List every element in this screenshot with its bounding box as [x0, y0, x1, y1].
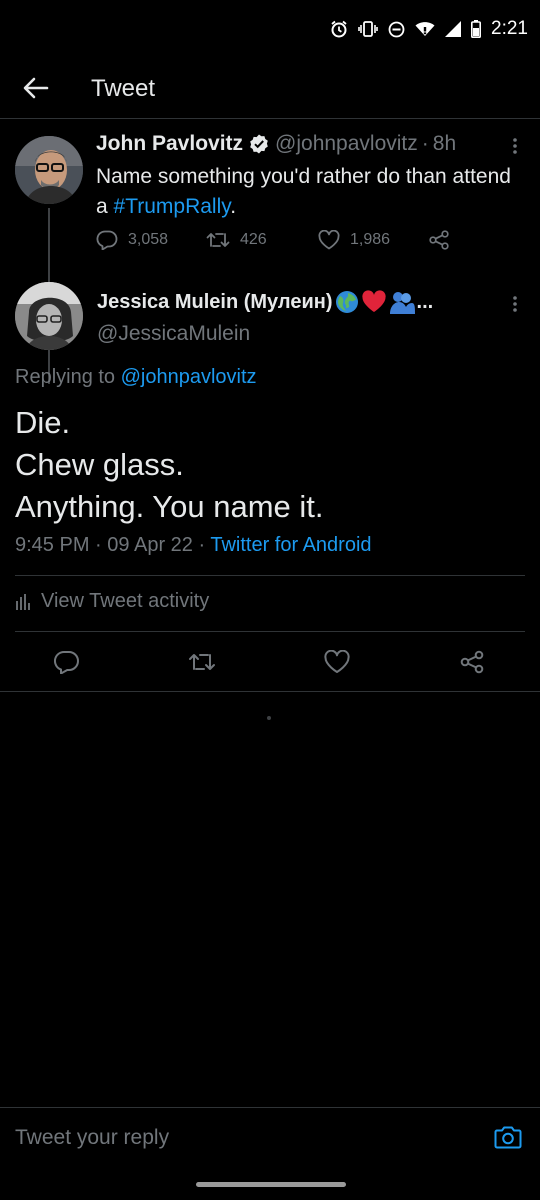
people-hugging-emoji-icon	[389, 290, 415, 314]
loading-indicator	[267, 716, 271, 720]
tweet-text-end: .	[230, 195, 237, 218]
reply-author-name: Jessica Mulein (Мулеин)	[97, 290, 333, 313]
focused-tweet-text: Die. Chew glass. Anything. You name it.	[15, 402, 324, 528]
arrow-left-icon	[23, 77, 49, 99]
camera-icon	[494, 1126, 522, 1149]
divider	[15, 575, 525, 576]
like-button[interactable]: 1,986	[318, 230, 390, 250]
wifi-icon	[415, 21, 435, 37]
divider	[0, 691, 540, 692]
avatar-jessica-mulein[interactable]	[15, 282, 83, 350]
replying-to-label: Replying to	[15, 366, 121, 388]
author-handle[interactable]: @johnpavlovitz	[275, 132, 418, 156]
author-name[interactable]: John Pavlovitz	[96, 132, 243, 156]
parent-tweet-actions: 3,058 426 1,986	[96, 230, 476, 256]
divider	[15, 631, 525, 632]
analytics-icon	[16, 593, 30, 610]
more-vertical-icon	[513, 296, 517, 312]
app-bar: Tweet	[0, 60, 540, 119]
status-bar: 2:21	[0, 0, 540, 60]
more-vertical-icon	[513, 138, 517, 154]
header-separator: ·	[421, 132, 429, 155]
battery-icon	[471, 20, 482, 38]
reply-count: 3,058	[128, 231, 169, 248]
retweet-button[interactable]: 426	[206, 230, 267, 250]
replying-to: Replying to @johnpavlovitz	[15, 366, 257, 389]
do-not-disturb-icon	[388, 21, 405, 38]
meta-separator: ·	[198, 534, 206, 556]
name-truncation: ...	[416, 290, 434, 313]
reply-icon	[54, 650, 79, 674]
status-icons: 2:21	[330, 18, 528, 40]
heart-icon	[324, 650, 350, 673]
retweet-icon	[206, 233, 230, 247]
view-tweet-activity-label: View Tweet activity	[41, 590, 210, 612]
share-button[interactable]	[452, 646, 492, 678]
view-tweet-activity-button[interactable]: View Tweet activity	[15, 590, 209, 613]
tweet-text-line: Chew glass.	[15, 447, 184, 482]
parent-tweet[interactable]: John Pavlovitz @johnpavlovitz · 8h Name …	[0, 122, 540, 384]
tweet-age[interactable]: 8h	[433, 132, 456, 156]
heart-icon	[318, 230, 340, 250]
tweet-date: 09 Apr 22	[107, 534, 193, 556]
cellular-signal-icon	[445, 21, 462, 37]
camera-button[interactable]	[494, 1124, 524, 1154]
retweet-icon	[189, 654, 215, 670]
retweet-button[interactable]	[182, 646, 222, 678]
tweet-meta: 9:45 PM · 09 Apr 22 · Twitter for Androi…	[15, 534, 372, 557]
share-button[interactable]	[428, 230, 450, 250]
tweet-time: 9:45 PM	[15, 534, 90, 556]
status-time: 2:21	[491, 18, 528, 39]
parent-tweet-header: John Pavlovitz @johnpavlovitz · 8h	[96, 132, 520, 156]
retweet-count: 426	[240, 231, 267, 248]
reply-author-handle[interactable]: @JessicaMulein	[97, 322, 250, 346]
alarm-icon	[330, 20, 348, 38]
reply-author-name-row[interactable]: Jessica Mulein (Мулеин) ...	[97, 290, 433, 314]
page-title: Tweet	[91, 75, 156, 102]
like-count: 1,986	[350, 231, 391, 248]
reply-icon	[96, 230, 118, 250]
reply-compose-bar: Tweet your reply	[0, 1107, 540, 1170]
replying-to-mention[interactable]: @johnpavlovitz	[121, 366, 257, 388]
reply-button[interactable]	[47, 646, 87, 678]
reply-input[interactable]: Tweet your reply	[15, 1126, 169, 1150]
focused-tweet-actions	[0, 646, 540, 690]
tweet-text-line: Anything. You name it.	[15, 489, 324, 524]
share-icon	[429, 230, 449, 250]
more-options-button[interactable]	[503, 134, 527, 158]
parent-tweet-text: Name something you'd rather do than atte…	[96, 162, 516, 222]
back-button[interactable]	[18, 70, 54, 106]
vibrate-icon	[358, 21, 378, 37]
red-heart-emoji-icon	[361, 290, 387, 314]
globe-emoji-icon	[335, 290, 359, 314]
meta-separator: ·	[95, 534, 102, 556]
verified-badge-icon	[249, 134, 269, 154]
avatar-john-pavlovitz[interactable]	[15, 136, 83, 204]
like-button[interactable]	[317, 646, 357, 678]
home-indicator[interactable]	[196, 1182, 346, 1187]
tweet-source-link[interactable]: Twitter for Android	[210, 534, 371, 556]
hashtag-link[interactable]: #TrumpRally	[114, 195, 231, 218]
reply-button[interactable]: 3,058	[96, 230, 168, 250]
reply-more-options-button[interactable]	[503, 292, 527, 316]
tweet-text-line: Die.	[15, 405, 71, 440]
share-icon	[460, 650, 484, 674]
